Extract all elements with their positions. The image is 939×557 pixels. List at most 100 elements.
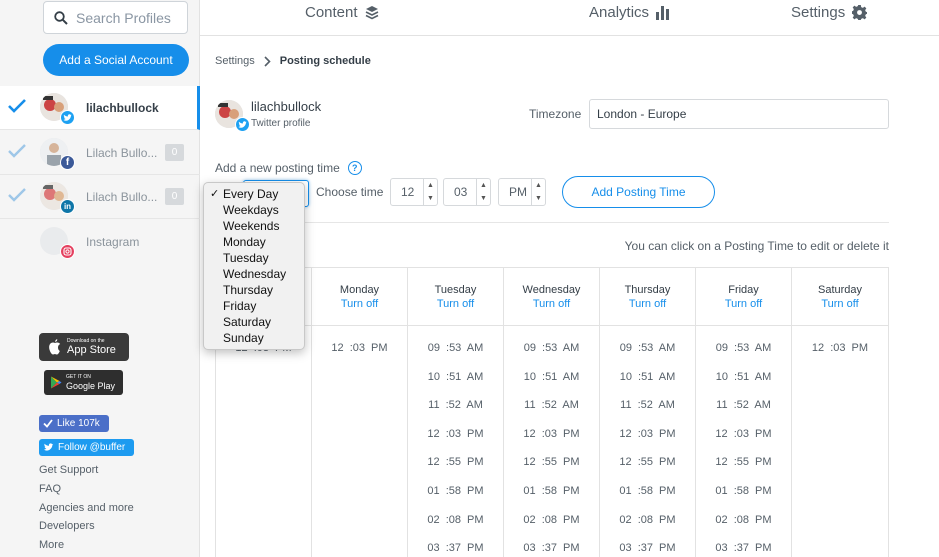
- posting-time[interactable]: 09 :53 AM: [696, 342, 791, 371]
- footer-link-get-support[interactable]: Get Support: [39, 464, 98, 476]
- posting-time[interactable]: 10 :51 AM: [408, 371, 503, 400]
- search-input[interactable]: Search Profiles: [43, 1, 188, 34]
- posting-time[interactable]: 11 :52 AM: [600, 399, 695, 428]
- day-option-weekdays[interactable]: Weekdays: [204, 202, 304, 218]
- breadcrumb-settings-link[interactable]: Settings: [215, 55, 255, 67]
- posting-time[interactable]: 12 :03 PM: [600, 428, 695, 457]
- day-option-friday[interactable]: Friday: [204, 298, 304, 314]
- turn-off-link[interactable]: Turn off: [533, 298, 570, 310]
- chevron-right-icon: [264, 55, 271, 67]
- day-option-sunday[interactable]: Sunday: [204, 330, 304, 346]
- sidebar-profile-instagram[interactable]: Instagram: [0, 220, 200, 264]
- timezone-label: Timezone: [529, 107, 582, 121]
- day-column-saturday: Saturday Turn off 12 :03 PM: [792, 268, 888, 557]
- add-posting-time-button[interactable]: Add Posting Time: [562, 176, 715, 208]
- posting-time[interactable]: 02 :08 PM: [696, 514, 791, 543]
- nav-tab-analytics[interactable]: Analytics: [589, 4, 670, 21]
- footer-link-developers[interactable]: Developers: [39, 520, 95, 532]
- chevron-up-icon[interactable]: ▲: [427, 182, 434, 189]
- posting-time[interactable]: 12 :03 PM: [408, 428, 503, 457]
- posting-time[interactable]: 10 :51 AM: [504, 371, 599, 400]
- posting-time[interactable]: 12 :55 PM: [696, 456, 791, 485]
- turn-off-link[interactable]: Turn off: [821, 298, 858, 310]
- posting-time[interactable]: 11 :52 AM: [408, 399, 503, 428]
- facebook-like-button[interactable]: Like 107k: [39, 415, 109, 432]
- day-column-monday: Monday Turn off 12 :03 PM: [312, 268, 408, 557]
- posting-time[interactable]: 12 :55 PM: [600, 456, 695, 485]
- day-option-tuesday[interactable]: Tuesday: [204, 250, 304, 266]
- sidebar-profile-linkedin[interactable]: in Lilach Bullo... 0: [0, 175, 200, 219]
- google-play-badge[interactable]: GET IT ON Google Play: [44, 370, 123, 395]
- nav-tab-content[interactable]: Content: [305, 4, 379, 21]
- posting-time[interactable]: 03 :37 PM: [600, 542, 695, 557]
- sidebar-profile-twitter[interactable]: lilachbullock: [0, 86, 200, 130]
- add-social-account-button[interactable]: Add a Social Account: [43, 44, 189, 76]
- chevron-up-icon[interactable]: ▲: [480, 182, 487, 189]
- help-icon[interactable]: ?: [347, 161, 362, 175]
- day-option-label: Sunday: [223, 331, 264, 345]
- turn-off-link[interactable]: Turn off: [725, 298, 762, 310]
- day-option-every-day[interactable]: ✓ Every Day: [204, 186, 304, 202]
- day-option-wednesday[interactable]: Wednesday: [204, 266, 304, 282]
- posting-time[interactable]: 09 :53 AM: [408, 342, 503, 371]
- day-option-thursday[interactable]: Thursday: [204, 282, 304, 298]
- posting-time[interactable]: 09 :53 AM: [600, 342, 695, 371]
- posting-time[interactable]: 12 :03 PM: [696, 428, 791, 457]
- posting-time[interactable]: 01 :58 PM: [600, 485, 695, 514]
- posting-time[interactable]: 03 :37 PM: [504, 542, 599, 557]
- day-option-monday[interactable]: Monday: [204, 234, 304, 250]
- day-option-label: Wednesday: [223, 267, 287, 281]
- day-option-saturday[interactable]: Saturday: [204, 314, 304, 330]
- time-list: 12 :03 PM: [792, 326, 888, 371]
- twitter-icon: [60, 110, 75, 125]
- chevron-down-icon[interactable]: ▼: [480, 195, 487, 202]
- day-option-label: Saturday: [223, 315, 272, 329]
- day-option-label: Every Day: [223, 187, 279, 201]
- avatar: in: [40, 182, 75, 214]
- posting-time[interactable]: 12 :03 PM: [504, 428, 599, 457]
- choose-time-label: Choose time: [316, 185, 384, 199]
- chevron-down-icon[interactable]: ▼: [535, 195, 542, 202]
- nav-tab-settings[interactable]: Settings: [791, 4, 868, 21]
- turn-off-link[interactable]: Turn off: [629, 298, 666, 310]
- time-list: 09 :53 AM 10 :51 AM 11 :52 AM 12 :03 PM 12 :…: [408, 326, 503, 557]
- day-header: Saturday Turn off: [792, 268, 888, 326]
- posting-time[interactable]: 10 :51 AM: [696, 371, 791, 400]
- posting-time[interactable]: 01 :58 PM: [696, 485, 791, 514]
- posting-time[interactable]: 02 :08 PM: [504, 514, 599, 543]
- posting-time[interactable]: 11 :52 AM: [504, 399, 599, 428]
- footer-link-more[interactable]: More: [39, 539, 64, 551]
- posting-time[interactable]: 02 :08 PM: [600, 514, 695, 543]
- posting-time[interactable]: 12 :03 PM: [792, 342, 888, 371]
- posting-time[interactable]: 03 :37 PM: [696, 542, 791, 557]
- sidebar-profile-facebook[interactable]: f Lilach Bullo... 0: [0, 131, 200, 175]
- minute-stepper[interactable]: 03 ▲ ▼: [443, 178, 491, 206]
- posting-time[interactable]: 12 :03 PM: [312, 342, 407, 371]
- search-icon: [54, 10, 68, 25]
- posting-time[interactable]: 12 :55 PM: [504, 456, 599, 485]
- chevron-down-icon[interactable]: ▼: [427, 195, 434, 202]
- ampm-stepper[interactable]: PM ▲ ▼: [498, 178, 546, 206]
- posting-time[interactable]: 01 :58 PM: [504, 485, 599, 514]
- apple-icon: [49, 339, 61, 355]
- timezone-input[interactable]: London - Europe: [589, 99, 889, 129]
- footer-link-agencies[interactable]: Agencies and more: [39, 502, 134, 514]
- posting-time[interactable]: 02 :08 PM: [408, 514, 503, 543]
- day-header: Thursday Turn off: [600, 268, 695, 326]
- footer-link-faq[interactable]: FAQ: [39, 483, 61, 495]
- turn-off-link[interactable]: Turn off: [437, 298, 474, 310]
- chevron-up-icon[interactable]: ▲: [535, 182, 542, 189]
- turn-off-link[interactable]: Turn off: [341, 298, 378, 310]
- profile-name: Instagram: [86, 235, 140, 249]
- posting-time[interactable]: 11 :52 AM: [696, 399, 791, 428]
- posting-time[interactable]: 03 :37 PM: [408, 542, 503, 557]
- day-column-wednesday: Wednesday Turn off 09 :53 AM 10 :51 AM 11 :5…: [504, 268, 600, 557]
- twitter-follow-button[interactable]: Follow @buffer: [39, 439, 134, 456]
- hour-stepper[interactable]: 12 ▲ ▼: [390, 178, 438, 206]
- posting-time[interactable]: 09 :53 AM: [504, 342, 599, 371]
- posting-time[interactable]: 12 :55 PM: [408, 456, 503, 485]
- posting-time[interactable]: 01 :58 PM: [408, 485, 503, 514]
- posting-time[interactable]: 10 :51 AM: [600, 371, 695, 400]
- app-store-badge[interactable]: Download on the App Store: [39, 333, 129, 361]
- day-option-weekends[interactable]: Weekends: [204, 218, 304, 234]
